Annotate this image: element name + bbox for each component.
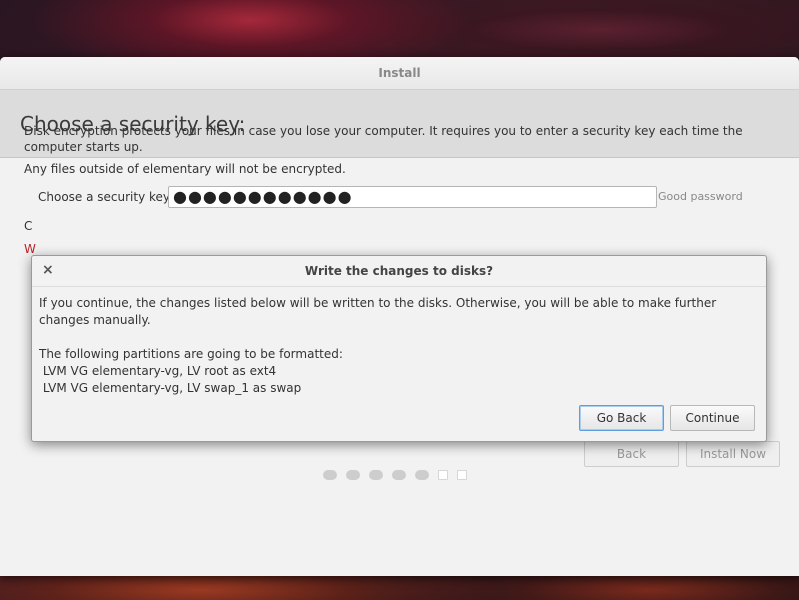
step-indicator — [323, 470, 467, 480]
encryption-note: Any files outside of elementary will not… — [24, 162, 346, 176]
dialog-titlebar: × Write the changes to disks? — [32, 256, 766, 287]
step-dot — [369, 470, 383, 480]
dialog-body: If you continue, the changes listed belo… — [32, 287, 766, 397]
main-content: Disk encryption protects your files in c… — [24, 123, 779, 256]
back-button[interactable]: Back — [584, 441, 679, 467]
partition-item: LVM VG elementary-vg, LV root as ext4 — [39, 364, 277, 378]
install-now-button[interactable]: Install Now — [686, 441, 780, 467]
window-titlebar: Install — [0, 57, 799, 90]
security-key-input[interactable]: ●●●●●●●●●●●● — [168, 186, 657, 208]
step-dot — [415, 470, 429, 480]
step-dot-current — [438, 470, 448, 480]
step-dot — [392, 470, 406, 480]
step-dot-upcoming — [457, 470, 467, 480]
write-changes-dialog: × Write the changes to disks? If you con… — [31, 255, 767, 442]
window-title: Install — [378, 66, 421, 80]
continue-button[interactable]: Continue — [670, 405, 755, 431]
step-dot — [346, 470, 360, 480]
close-icon[interactable]: × — [42, 263, 54, 277]
go-back-button[interactable]: Go Back — [579, 405, 664, 431]
security-key-row: Choose a security key: ●●●●●●●●●●●● Good… — [38, 186, 778, 208]
partition-item: LVM VG elementary-vg, LV swap_1 as swap — [39, 381, 302, 395]
dialog-title: Write the changes to disks? — [304, 264, 494, 278]
step-dot — [323, 470, 337, 480]
password-strength-label: Good password — [658, 190, 743, 203]
partitions-heading: The following partitions are going to be… — [39, 347, 343, 361]
security-key-label: Choose a security key: — [38, 190, 174, 204]
encryption-description: Disk encryption protects your files in c… — [24, 124, 743, 154]
confirm-key-label: C — [24, 219, 33, 233]
dialog-message: If you continue, the changes listed belo… — [39, 296, 717, 327]
